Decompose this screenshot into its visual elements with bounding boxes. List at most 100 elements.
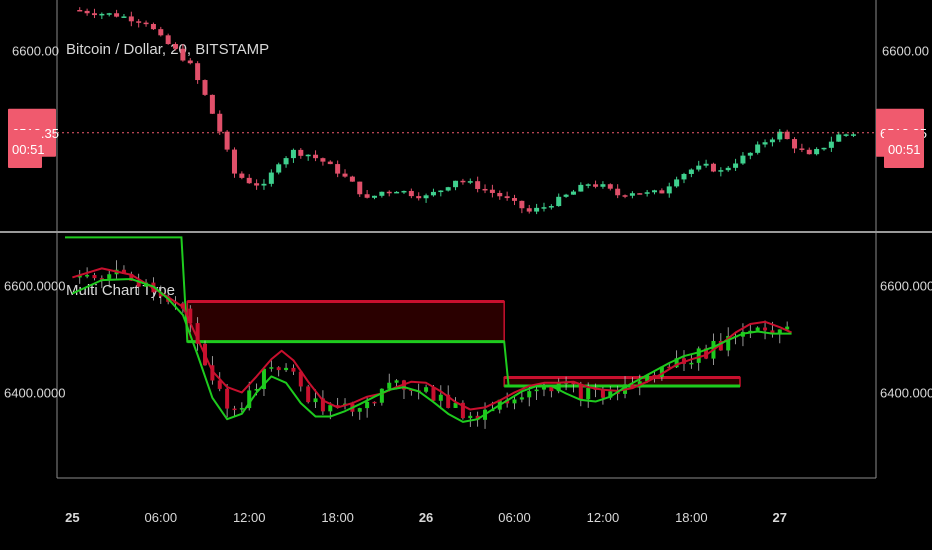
price-candle (652, 190, 658, 193)
time-axis-tick-label: 06:00 (498, 510, 531, 525)
price-candle (733, 163, 739, 168)
price-candle (195, 63, 201, 81)
indicator-candle (763, 327, 768, 331)
price-candle (342, 173, 348, 177)
indicator-candle (527, 391, 532, 398)
price-candle (268, 172, 274, 184)
indicator-candle (85, 275, 90, 277)
price-candle (364, 194, 370, 198)
price-candle (710, 163, 716, 172)
indicator-candle (600, 389, 605, 398)
price-candle (659, 190, 665, 194)
price-y-tick-label-right: 6600.00 (882, 43, 929, 58)
indicator-candle (291, 367, 296, 372)
price-candle (254, 183, 260, 186)
price-candle (644, 192, 650, 194)
indicator-candle (232, 408, 237, 411)
countdown-badge-left: 00:51 (12, 142, 45, 157)
price-candle (556, 196, 562, 207)
price-candle (681, 173, 687, 180)
price-candle (762, 142, 768, 145)
indicator-candle (328, 405, 333, 412)
indicator-candle (313, 398, 318, 403)
price-candle (121, 16, 127, 18)
price-candle (231, 149, 237, 174)
price-candle (755, 144, 761, 153)
price-candle (504, 196, 510, 199)
price-candle (209, 94, 215, 114)
indicator-candle (519, 397, 524, 400)
price-candle (792, 139, 798, 149)
price-candle (386, 191, 392, 194)
price-candle (570, 191, 576, 195)
indicator-candle (387, 382, 392, 389)
price-candle (136, 21, 142, 23)
indicator-candle (239, 408, 244, 410)
price-candle (165, 35, 171, 45)
price-candle (313, 154, 319, 159)
price-candle (445, 187, 451, 191)
price-candle (217, 113, 223, 132)
price-candle (836, 134, 842, 142)
price-candle (438, 190, 444, 193)
price-candle (423, 195, 429, 199)
indicator-candle (424, 387, 429, 392)
price-candle (799, 148, 805, 150)
indicator-candle (394, 380, 399, 383)
price-candle (320, 158, 326, 162)
time-axis[interactable]: 25 06:00 12:00 18:00 26 06:00 12:00 18:00 27 (65, 510, 787, 525)
indicator-candle (586, 387, 591, 400)
price-candle (718, 170, 724, 172)
price-candle (305, 154, 311, 157)
price-candle (401, 190, 407, 193)
price-candle (600, 184, 606, 187)
price-candle (637, 193, 643, 195)
price-candle (814, 148, 820, 155)
price-candle (688, 169, 694, 174)
price-candle (276, 164, 282, 173)
indicator-candle (431, 387, 436, 401)
indicator-candle (696, 348, 701, 363)
price-candle (143, 22, 149, 25)
price-candle (585, 184, 591, 186)
price-candle (674, 179, 680, 187)
price-candle (806, 149, 812, 155)
price-candle (379, 191, 385, 196)
price-candle (769, 139, 775, 143)
price-candle (534, 207, 540, 212)
indicator-candle (357, 408, 362, 412)
price-candle (526, 208, 532, 212)
indicator-candle (578, 384, 583, 400)
indicator-y-tick-label-right: 6400.0000 (880, 385, 932, 400)
indicator-candle (512, 399, 517, 404)
price-candle (519, 200, 525, 209)
chart-stage: Bitcoin / Dollar, 20, BITSTAMP Multi Cha… (0, 0, 932, 550)
price-candle (615, 188, 621, 196)
price-candle (261, 183, 267, 186)
indicator-candle (534, 389, 539, 392)
price-candle (430, 191, 436, 196)
price-candle (821, 147, 827, 150)
indicator-candle (107, 274, 112, 279)
indicator-candle (438, 394, 443, 401)
price-candle (224, 131, 230, 150)
chart-svg[interactable]: Bitcoin / Dollar, 20, BITSTAMP Multi Cha… (0, 0, 932, 550)
price-candle (239, 173, 245, 178)
price-candle (489, 189, 495, 193)
indicator-y-tick-label-right: 6600.0000 (880, 278, 932, 293)
time-axis-tick-label: 26 (419, 510, 433, 525)
price-candle (740, 155, 746, 164)
indicator-candle (269, 367, 274, 369)
price-candle (84, 10, 90, 14)
time-axis-tick-label: 12:00 (587, 510, 620, 525)
indicator-candle (468, 415, 473, 419)
price-candle (283, 158, 289, 165)
price-candle (696, 165, 702, 170)
price-candle (453, 180, 459, 188)
indicator-candle (541, 386, 546, 390)
price-candle (349, 176, 355, 182)
price-candle (416, 196, 422, 199)
price-candle (150, 23, 156, 30)
price-candle (327, 161, 333, 165)
price-candle (850, 134, 856, 136)
